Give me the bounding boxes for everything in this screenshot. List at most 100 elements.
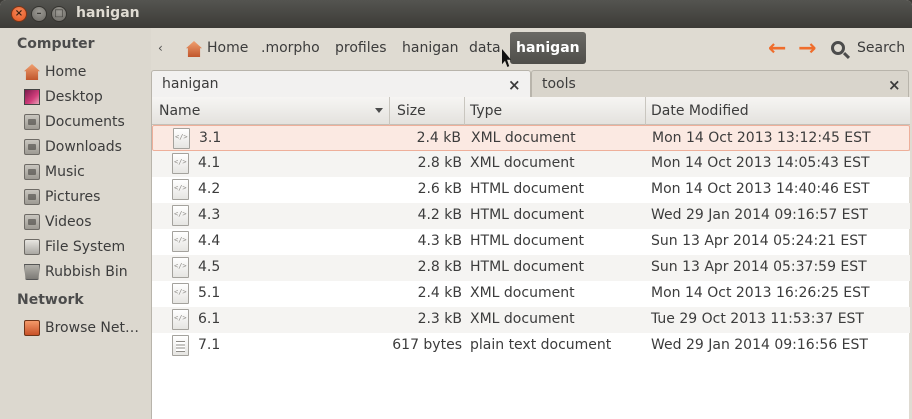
breadcrumb-hanigan[interactable]: hanigan: [402, 40, 459, 56]
file-row[interactable]: 4.3 4.2 kB HTML document Wed 29 Jan 2014 09…: [152, 203, 910, 229]
file-type: HTML document: [470, 233, 585, 249]
file-type: XML document: [470, 311, 575, 327]
file-size: 2.3 kB: [417, 311, 462, 327]
file-row[interactable]: 6.1 2.3 kB XML document Tue 29 Oct 2013 11:…: [152, 307, 910, 333]
file-row[interactable]: 7.1 617 bytes plain text document Wed 29 Ja…: [152, 333, 910, 359]
file-list: Name Size Type Date Modified 3.1 2.4 kB XM…: [151, 97, 910, 419]
search-icon[interactable]: [831, 41, 845, 55]
close-tab-icon[interactable]: ×: [508, 76, 521, 94]
file-size: 2.8 kB: [417, 155, 462, 171]
sidebar-heading-network: Network: [17, 292, 84, 308]
file-size: 617 bytes: [392, 337, 462, 353]
sidebar-item-label: Home: [45, 64, 87, 80]
sidebar-item-label: Downloads: [45, 139, 122, 155]
breadcrumb-scroll-left-button[interactable]: ‹: [158, 41, 163, 55]
window-title: hanigan: [76, 5, 140, 21]
text-file-icon: [172, 335, 189, 356]
close-tab-icon[interactable]: ×: [888, 76, 901, 94]
breadcrumb-current-hanigan[interactable]: hanigan: [510, 32, 586, 64]
sidebar-item-downloads[interactable]: Downloads: [24, 136, 148, 158]
folder-icon: [24, 164, 40, 180]
sidebar-item-desktop[interactable]: Desktop: [24, 86, 148, 108]
breadcrumb-profiles[interactable]: profiles: [335, 40, 387, 56]
column-header-name[interactable]: Name: [152, 97, 390, 125]
sidebar-item-file-system[interactable]: File System: [24, 236, 148, 258]
file-row[interactable]: 4.5 2.8 kB HTML document Sun 13 Apr 2014 05…: [152, 255, 910, 281]
network-icon: [24, 320, 40, 336]
file-date-modified: Mon 14 Oct 2013 14:40:46 EST: [651, 181, 870, 197]
sidebar-item-music[interactable]: Music: [24, 161, 148, 183]
file-size: 4.3 kB: [417, 233, 462, 249]
home-icon: [24, 64, 40, 80]
file-name: 4.5: [198, 259, 221, 275]
breadcrumb-morpho[interactable]: .morpho: [261, 40, 320, 56]
drive-icon: [24, 239, 40, 255]
file-size: 2.8 kB: [417, 259, 462, 275]
column-header-label: Type: [470, 103, 503, 119]
html-file-icon: [172, 231, 189, 252]
sidebar-item-browse-network[interactable]: Browse Net…: [24, 317, 148, 339]
file-name: 4.2: [198, 181, 221, 197]
breadcrumb-data[interactable]: data: [469, 40, 501, 56]
file-row[interactable]: 3.1 2.4 kB XML document Mon 14 Oct 2013 13:…: [152, 125, 910, 151]
file-manager-window: × – □ hanigan Computer Home Desktop Docu…: [0, 0, 912, 419]
sidebar-item-home[interactable]: Home: [24, 61, 148, 83]
file-name: 4.3: [198, 207, 221, 223]
folder-icon: [24, 214, 40, 230]
sidebar-item-rubbish-bin[interactable]: Rubbish Bin: [24, 261, 148, 283]
file-type: XML document: [470, 285, 575, 301]
breadcrumb-home[interactable]: Home: [207, 40, 248, 56]
file-date-modified: Tue 29 Oct 2013 11:53:37 EST: [651, 311, 864, 327]
file-date-modified: Mon 14 Oct 2013 16:26:25 EST: [651, 285, 870, 301]
file-name: 6.1: [198, 311, 221, 327]
maximize-window-button[interactable]: □: [51, 6, 67, 22]
location-toolbar: ‹ Home .morpho profiles hanigan data han…: [151, 28, 912, 70]
sidebar-item-documents[interactable]: Documents: [24, 111, 148, 133]
forward-arrow-icon[interactable]: →: [798, 36, 816, 61]
column-header-date-modified[interactable]: Date Modified: [646, 97, 910, 125]
file-type: HTML document: [470, 207, 585, 223]
folder-icon: [24, 139, 40, 155]
minimize-window-button[interactable]: –: [31, 6, 47, 22]
title-bar: × – □ hanigan: [0, 0, 912, 28]
search-button-label[interactable]: Search: [857, 40, 905, 56]
file-name: 4.4: [198, 233, 221, 249]
file-row[interactable]: 4.4 4.3 kB HTML document Sun 13 Apr 2014 05…: [152, 229, 910, 255]
sidebar-item-pictures[interactable]: Pictures: [24, 186, 148, 208]
file-date-modified: Sun 13 Apr 2014 05:24:21 EST: [651, 233, 867, 249]
tab-hanigan[interactable]: hanigan ×: [151, 70, 531, 97]
file-row[interactable]: 4.1 2.8 kB XML document Mon 14 Oct 2013 14:…: [152, 151, 910, 177]
column-header-label: Size: [397, 103, 426, 119]
folder-icon: [24, 114, 40, 130]
tab-tools[interactable]: tools ×: [531, 70, 909, 97]
sidebar-item-label: Browse Net…: [45, 320, 140, 336]
sidebar-item-label: Rubbish Bin: [45, 264, 128, 280]
file-type: XML document: [470, 155, 575, 171]
sidebar-heading-computer: Computer: [17, 36, 95, 52]
sidebar-item-videos[interactable]: Videos: [24, 211, 148, 233]
column-header-label: Name: [159, 103, 201, 119]
close-window-button[interactable]: ×: [11, 6, 27, 22]
xml-file-icon: [172, 283, 189, 304]
file-size: 2.4 kB: [417, 285, 462, 301]
tab-bar: hanigan × tools ×: [151, 70, 912, 97]
file-row[interactable]: 5.1 2.4 kB XML document Mon 14 Oct 2013 16:…: [152, 281, 910, 307]
file-type: HTML document: [470, 259, 585, 275]
file-type: XML document: [471, 130, 576, 146]
file-date-modified: Mon 14 Oct 2013 14:05:43 EST: [651, 155, 870, 171]
xml-file-icon: [173, 128, 190, 149]
column-header-size[interactable]: Size: [390, 97, 465, 125]
file-size: 4.2 kB: [417, 207, 462, 223]
sidebar-item-label: Documents: [45, 114, 125, 130]
file-date-modified: Wed 29 Jan 2014 09:16:57 EST: [651, 207, 868, 223]
sidebar-item-label: Videos: [45, 214, 92, 230]
html-file-icon: [172, 257, 189, 278]
column-header-type[interactable]: Type: [465, 97, 646, 125]
back-arrow-icon[interactable]: ←: [768, 36, 786, 61]
file-row[interactable]: 4.2 2.6 kB HTML document Mon 14 Oct 2013 14…: [152, 177, 910, 203]
sidebar: Computer Home Desktop Documents Download…: [0, 28, 151, 419]
xml-file-icon: [172, 153, 189, 174]
home-icon: [186, 41, 202, 57]
xml-file-icon: [172, 309, 189, 330]
sidebar-item-label: Music: [45, 164, 85, 180]
